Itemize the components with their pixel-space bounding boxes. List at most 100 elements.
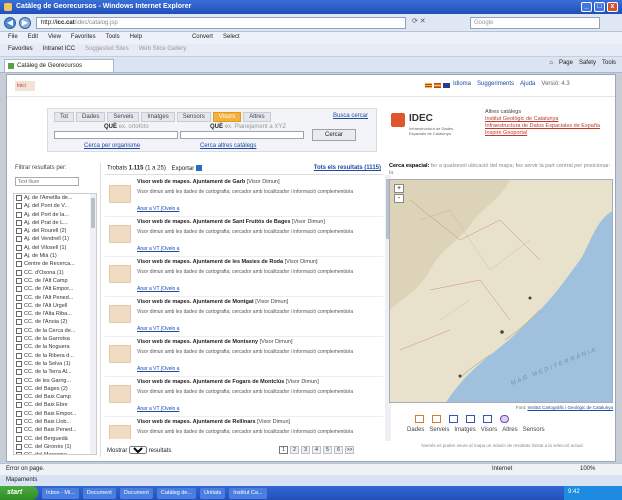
filter-item[interactable]: CC. del Baix Llob... [14,418,96,426]
zoom-out-button[interactable]: - [394,194,404,203]
filter-checkbox[interactable] [16,236,22,243]
tab-altres[interactable]: Altres [243,112,271,122]
result-thumbnail[interactable] [109,305,131,323]
result-link[interactable]: Anar a VT [Ovelo a [137,406,179,412]
filter-item[interactable]: CC. del Maresme [14,451,96,454]
filter-checkbox[interactable] [16,269,22,276]
filter-item[interactable]: CC. de la Ribera d... [14,352,96,360]
filter-item[interactable]: CC. de la Terra Al... [14,368,96,376]
tab-imatges[interactable]: Imatges [141,112,175,122]
page-link[interactable]: 3 [301,446,310,454]
filter-item[interactable]: CC. de les Garrig... [14,377,96,385]
filter-item[interactable]: CC. de la Garrotxa [14,335,96,343]
filter-checkbox[interactable] [16,261,22,268]
page-link[interactable]: 1 [279,446,288,454]
page-link[interactable]: 2 [290,446,299,454]
filter-checkbox[interactable] [16,244,22,251]
task-button-2[interactable]: Document [82,487,116,499]
layer-sensors-icon[interactable] [500,415,509,423]
task-button-3[interactable]: Document [119,487,153,499]
per-page-select[interactable]: 25 [129,446,148,454]
page-link[interactable]: 4 [312,446,321,454]
help-link[interactable]: Ajuda [520,81,535,87]
filter-checkbox[interactable] [16,385,22,392]
status-error[interactable]: Error on page. [6,466,44,472]
url-input[interactable]: http://icc.cat/idec/catalog.jsp [36,17,406,29]
filter-checkbox[interactable] [16,277,22,284]
filter-item[interactable]: CC. de l'Alt Empor... [14,285,96,293]
language-link[interactable]: Idioma [453,81,471,87]
on-input[interactable] [180,131,304,139]
filter-checkbox[interactable] [16,336,22,343]
layer-dades-icon[interactable] [415,415,424,423]
tab-dades[interactable]: Dades [76,112,106,122]
filter-item[interactable]: Aj. de Mià (1) [14,252,96,260]
filter-item[interactable]: Aj. del Prat de L... [14,219,96,227]
filter-item[interactable]: CC. del Baix Camp [14,393,96,401]
filter-item[interactable]: CC. de l'Alt Pened... [14,294,96,302]
result-thumbnail[interactable] [109,425,131,439]
page-link[interactable]: 6 [334,446,343,454]
minimize-button[interactable]: _ [581,2,592,12]
filter-item[interactable]: Aj. del Rourell (2) [14,227,96,235]
filter-checkbox[interactable] [16,203,22,210]
fav-intranet[interactable]: Intranet ICC [43,46,75,54]
spatial-search-map[interactable]: + - MAR MEDITERRÀNIA [389,179,613,403]
page-link[interactable]: 5 [323,446,332,454]
back-icon[interactable]: ◀ [4,17,16,29]
que-input[interactable] [54,131,178,139]
menu-help[interactable]: Help [130,34,142,42]
tab-visors[interactable]: Visors [212,112,242,122]
result-thumbnail[interactable] [109,345,131,363]
filter-item[interactable]: CC. de l'Alt Urgell [14,302,96,310]
filter-item[interactable]: CC. del Berguedà [14,435,96,443]
result-title[interactable]: Visor web de mapes. Ajuntament de Montse… [137,339,292,345]
search-button[interactable]: Cercar [312,129,356,141]
convert-button[interactable]: Convert [192,34,213,42]
tab-serveis[interactable]: Serveis [107,112,140,122]
layer-altres-icon[interactable] [483,415,492,423]
idec-logo[interactable]: IDEC Infraestructura de Dades Espacials … [391,111,469,137]
all-results-link[interactable]: Tots els resultats (1115) [314,165,381,171]
menu-file[interactable]: File [8,34,18,42]
result-title[interactable]: Visor web de mapes. Ajuntament de les Ma… [137,259,318,265]
fav-webslice[interactable]: Web Slice Gallery [139,46,187,54]
menu-tools[interactable]: Tools [106,34,120,42]
result-title[interactable]: Visor web de mapes. Ajuntament de Rellin… [137,419,290,425]
result-link[interactable]: Anar a VT [Ovelo a [137,286,179,292]
home-logo[interactable]: Inici [15,81,35,91]
filter-scrollbar[interactable] [90,194,96,454]
filter-item[interactable]: Aj. del Pont de V... [14,202,96,210]
filter-checkbox[interactable] [16,394,22,401]
language-flags[interactable] [425,83,450,88]
flag-en-icon[interactable] [443,83,450,88]
cmd-tools[interactable]: Tools [602,60,616,66]
result-thumbnail[interactable] [109,185,131,203]
advanced-search-link[interactable]: Busca cercar [333,113,368,119]
filter-item[interactable]: CC. de l'Anoia (2) [14,318,96,326]
filter-item[interactable]: CC. del Baix Pened... [14,426,96,434]
status-zoom[interactable]: 100% [580,466,595,472]
filter-item[interactable]: Aj. del Port de la... [14,211,96,219]
other-catalog-link-1[interactable]: Institut Geològic de Catalunya [485,116,615,123]
other-catalog-link-3[interactable]: Inspire Geoportal [485,130,615,137]
browser-tab[interactable]: Catàleg de Georecursos [4,59,114,72]
filter-item[interactable]: CC. de l'Alta Riba... [14,310,96,318]
filter-checkbox[interactable] [16,402,22,409]
filter-checkbox[interactable] [16,219,22,226]
refresh-stop-icons[interactable]: ⟳ ✕ [412,17,426,25]
export-xml-icon[interactable] [195,165,202,171]
task-button-4[interactable]: Catàleg de... [156,487,197,499]
filter-checkbox[interactable] [16,294,22,301]
filter-item[interactable]: CC. de la Selva (1) [14,360,96,368]
quick-launch-item[interactable]: Mapaments [6,477,37,483]
select-button[interactable]: Select [223,34,240,42]
filter-item[interactable]: CC. de la Noguera [14,343,96,351]
cmd-safety[interactable]: Safety [579,60,596,66]
filter-checkbox[interactable] [16,311,22,318]
tab-tot[interactable]: Tot [54,112,75,122]
filter-checkbox[interactable] [16,211,22,218]
zoom-in-button[interactable]: + [394,184,404,193]
task-button-6[interactable]: Institut Ca... [229,487,267,499]
map-source-link[interactable]: Institut Cartogràfic i Geològic de Catal… [527,405,613,410]
